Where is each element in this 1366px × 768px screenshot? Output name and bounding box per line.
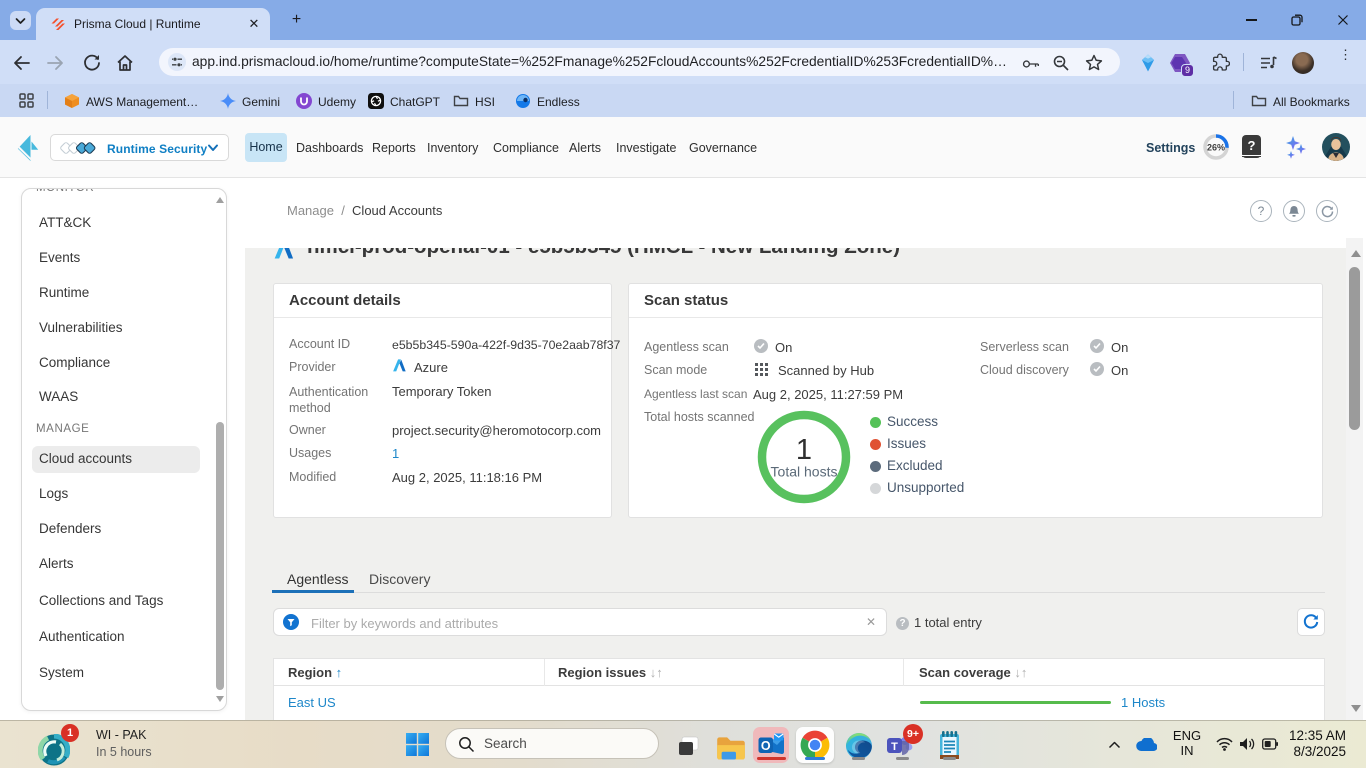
svg-text:O: O [761,739,771,753]
svg-text:1: 1 [796,434,812,466]
svg-text:T: T [891,741,898,753]
svg-text:Total hosts: Total hosts [771,464,838,480]
svg-text:26%: 26% [1207,143,1225,153]
